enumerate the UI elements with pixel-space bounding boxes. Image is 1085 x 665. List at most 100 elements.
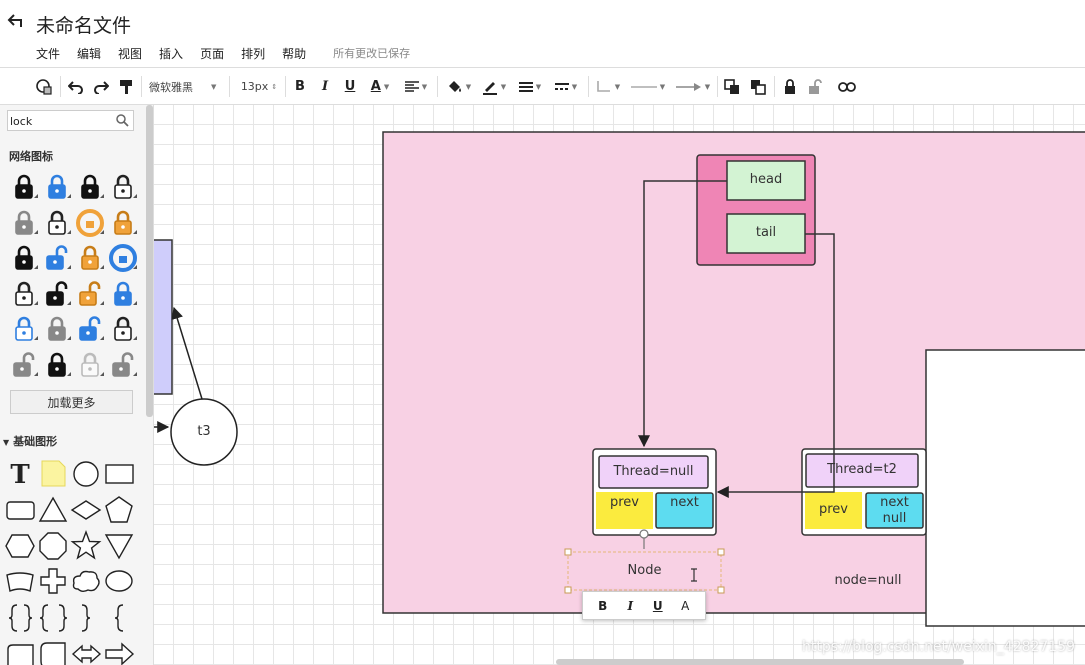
italic-button[interactable]: I [316, 68, 334, 105]
double-arrow-shape-icon[interactable] [70, 637, 103, 665]
line-start-button[interactable]: ▼ [628, 68, 668, 105]
network-icons-heading[interactable]: 网络图标 [9, 148, 53, 164]
lock-icon[interactable] [781, 68, 799, 105]
align-button[interactable]: ▼ [400, 68, 432, 105]
braces-pair-shape-icon[interactable] [37, 601, 70, 634]
document-shape-icon[interactable] [4, 637, 37, 665]
unlock-blue-icon[interactable] [42, 243, 72, 273]
menu-edit[interactable]: 编辑 [77, 45, 101, 62]
diamond-shape-icon[interactable] [70, 493, 103, 526]
lock-outline-icon[interactable] [9, 279, 39, 309]
toolbar: 微软雅黑 ▼ 13px ⇕ B I U A ▼ ▼ ▼ ▼ ▼ ▼ ▼ ▼ ▼ [0, 68, 1085, 105]
lock-blue-icon[interactable] [42, 172, 72, 202]
document-title[interactable]: 未命名文件 [36, 11, 131, 38]
lock-outline-light-icon[interactable] [75, 350, 105, 380]
lock-orange-icon[interactable] [75, 243, 105, 273]
lock-outline-blue-icon[interactable] [9, 314, 39, 344]
redo-icon[interactable] [91, 68, 111, 105]
note-shape-icon[interactable] [37, 457, 70, 490]
underline-button[interactable]: U [341, 68, 359, 105]
lock-black-icon[interactable] [42, 350, 72, 380]
popup-bold-button[interactable]: B [594, 599, 612, 613]
lock-blue-icon[interactable] [108, 279, 138, 309]
unlock-black-icon[interactable] [42, 279, 72, 309]
load-more-button[interactable]: 加载更多 [10, 390, 133, 414]
lock-orange-round-icon[interactable] [75, 208, 105, 238]
unlock-orange-icon[interactable] [75, 279, 105, 309]
search-icon[interactable] [116, 114, 129, 127]
inverted-triangle-shape-icon[interactable] [103, 529, 136, 562]
brace-left-shape-icon[interactable] [4, 601, 37, 634]
left-block[interactable] [154, 239, 173, 395]
format-panel-icon[interactable] [33, 68, 55, 105]
popup-underline-button[interactable]: U [649, 599, 667, 613]
lock-black-icon[interactable] [75, 172, 105, 202]
menu-view[interactable]: 视图 [118, 45, 142, 62]
lock-orange-icon[interactable] [108, 208, 138, 238]
brace-single-shape-icon[interactable] [103, 601, 136, 634]
hexagon-shape-icon[interactable] [4, 529, 37, 562]
fill-color-button[interactable]: ▼ [443, 68, 475, 105]
cross-shape-icon[interactable] [37, 565, 70, 598]
right-arrow-shape-icon[interactable] [103, 637, 136, 665]
connector-style-button[interactable]: ▼ [594, 68, 622, 105]
line-style-button[interactable]: ▼ [550, 68, 582, 105]
star-shape-icon[interactable] [70, 529, 103, 562]
edge-circle-to-block[interactable] [171, 306, 203, 400]
connection-point[interactable] [639, 529, 649, 539]
circle-shape-icon[interactable] [70, 457, 103, 490]
chevron-down-icon: ▼ [383, 82, 390, 91]
bring-front-icon[interactable] [722, 68, 742, 105]
unlock-gray-icon[interactable] [9, 350, 39, 380]
send-back-icon[interactable] [748, 68, 768, 105]
popup-italic-button[interactable]: I [621, 599, 639, 613]
bold-button[interactable]: B [291, 68, 309, 105]
unlock-gray-icon[interactable] [108, 350, 138, 380]
brace-right-shape-icon[interactable] [70, 601, 103, 634]
white-box[interactable] [925, 349, 1085, 627]
font-size-stepper[interactable]: 13px ⇕ [238, 68, 280, 105]
search-input[interactable] [10, 113, 110, 129]
lock-gray-icon[interactable] [9, 208, 39, 238]
menu-file[interactable]: 文件 [36, 45, 60, 62]
back-arrow-icon[interactable] [7, 13, 25, 34]
horizontal-scrollbar[interactable] [556, 659, 964, 665]
font-color-button[interactable]: A ▼ [364, 68, 396, 105]
lock-black-icon[interactable] [9, 243, 39, 273]
line-end-button[interactable]: ▼ [672, 68, 714, 105]
callout-shape-icon[interactable] [4, 565, 37, 598]
rectangle-shape-icon[interactable] [103, 457, 136, 490]
popup-color-button[interactable]: A [676, 599, 694, 613]
format-painter-icon[interactable] [116, 68, 136, 105]
line-color-button[interactable]: ▼ [478, 68, 510, 105]
lock-gray-icon[interactable] [42, 314, 72, 344]
lock-blue-round-icon[interactable] [108, 243, 138, 273]
link-icon[interactable] [836, 68, 858, 105]
font-family-select[interactable]: 微软雅黑 ▼ [149, 68, 223, 105]
lock-black-icon[interactable] [9, 172, 39, 202]
line-width-button[interactable]: ▼ [514, 68, 546, 105]
cloud-shape-icon[interactable] [70, 565, 103, 598]
menu-page[interactable]: 页面 [200, 45, 224, 62]
diagram-canvas[interactable]: t3 head tail Thread=null prev next Threa… [154, 105, 1085, 665]
menu-help[interactable]: 帮助 [282, 45, 306, 62]
pentagon-shape-icon[interactable] [103, 493, 136, 526]
node-text-label[interactable]: Node [568, 552, 721, 590]
menu-arrange[interactable]: 排列 [241, 45, 265, 62]
speech-bubble-shape-icon[interactable] [103, 565, 136, 598]
sidebar-scrollbar[interactable] [146, 105, 153, 417]
undo-icon[interactable] [66, 68, 86, 105]
octagon-shape-icon[interactable] [37, 529, 70, 562]
lock-outline-icon[interactable] [108, 172, 138, 202]
node-null-label[interactable]: node=null [828, 571, 908, 591]
unlock-icon[interactable] [806, 68, 824, 105]
lock-outline-icon[interactable] [42, 208, 72, 238]
unlock-blue-icon[interactable] [75, 314, 105, 344]
triangle-shape-icon[interactable] [37, 493, 70, 526]
card-shape-icon[interactable] [37, 637, 70, 665]
rounded-rectangle-shape-icon[interactable] [4, 493, 37, 526]
menu-insert[interactable]: 插入 [159, 45, 183, 62]
lock-outline-icon[interactable] [108, 314, 138, 344]
basic-shapes-heading[interactable]: ▼ 基础图形 [3, 433, 57, 449]
text-shape-icon[interactable]: T [4, 457, 37, 490]
